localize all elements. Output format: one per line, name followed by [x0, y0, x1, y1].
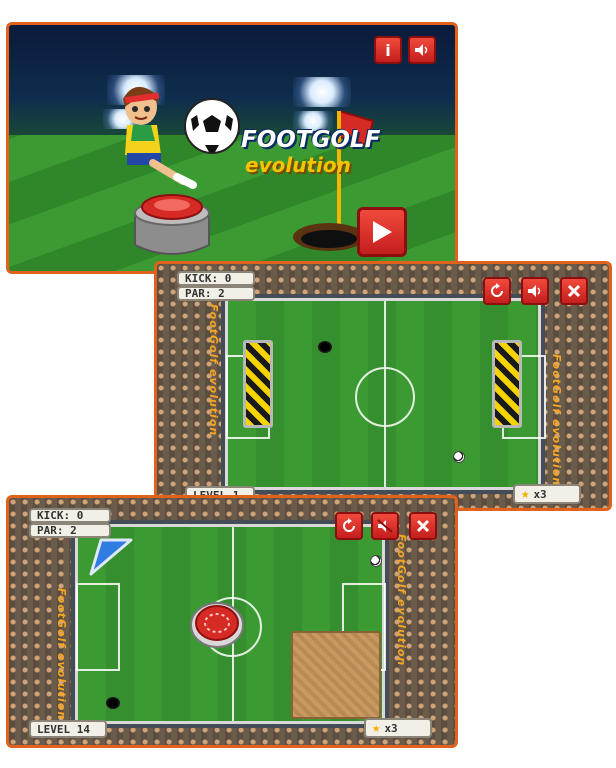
close-button[interactable]: [409, 512, 437, 540]
red-button-pedestal: [134, 194, 210, 255]
speaker-icon: [415, 44, 428, 56]
star-counter: ★ x3: [513, 484, 581, 504]
soccer-ball-icon: [184, 98, 240, 154]
restart-icon: [491, 283, 503, 297]
stadium-light-right: [293, 77, 351, 107]
play-icon: [373, 221, 392, 243]
star-counter: ★ x3: [364, 718, 432, 738]
target-hole: [318, 341, 332, 353]
mute-icon: [377, 519, 393, 533]
close-icon: [416, 519, 430, 533]
red-bumper-button: [190, 602, 244, 648]
target-hole: [106, 697, 120, 709]
triangle-bumper: [89, 538, 133, 576]
side-logo-left: FootGolf evolution: [207, 304, 220, 437]
kick-counter: KICK: 0: [177, 271, 255, 286]
star-icon: ★: [521, 486, 530, 502]
info-button[interactable]: i: [374, 36, 402, 64]
star-icon: ★: [372, 720, 381, 736]
striped-bumper-right: [492, 340, 522, 428]
par-counter: PAR: 2: [29, 523, 111, 538]
close-icon: [567, 284, 581, 298]
sound-button[interactable]: [408, 36, 436, 64]
info-icon: i: [385, 40, 391, 60]
game-ball[interactable]: [453, 451, 465, 463]
level-indicator: LEVEL 14: [29, 720, 107, 738]
restart-button[interactable]: [483, 277, 511, 305]
restart-icon: [343, 518, 355, 532]
left-penalty-box: [76, 583, 120, 671]
close-button[interactable]: [560, 277, 588, 305]
restart-button[interactable]: [335, 512, 363, 540]
par-counter: PAR: 2: [177, 286, 255, 301]
logo-evolution: evolution: [245, 153, 351, 177]
kick-counter: KICK: 0: [29, 508, 111, 523]
side-logo-left: FootGolf evolution: [55, 588, 68, 721]
title-screen-panel: FOOTGOLF evolution i: [6, 22, 458, 274]
speaker-icon: [528, 285, 541, 297]
side-logo-right: FootGolf evolution: [395, 534, 408, 667]
game-ball[interactable]: [370, 555, 382, 567]
striped-bumper-left: [243, 340, 273, 428]
star-count: x3: [384, 721, 398, 735]
level-1-panel: FootGolf evolution FootGolf evolution KI…: [154, 261, 612, 511]
center-circle: [355, 367, 415, 427]
side-logo-right: FootGolf evolution: [550, 354, 563, 487]
mute-button[interactable]: [371, 512, 399, 540]
logo-footgolf: FOOTGOLF: [241, 127, 381, 153]
level-14-panel: FootGolf evolution FootGolf evolution KI…: [6, 495, 458, 748]
sound-button[interactable]: [521, 277, 549, 305]
sand-trap: [291, 631, 381, 719]
play-button[interactable]: [357, 207, 407, 257]
star-count: x3: [533, 487, 547, 501]
